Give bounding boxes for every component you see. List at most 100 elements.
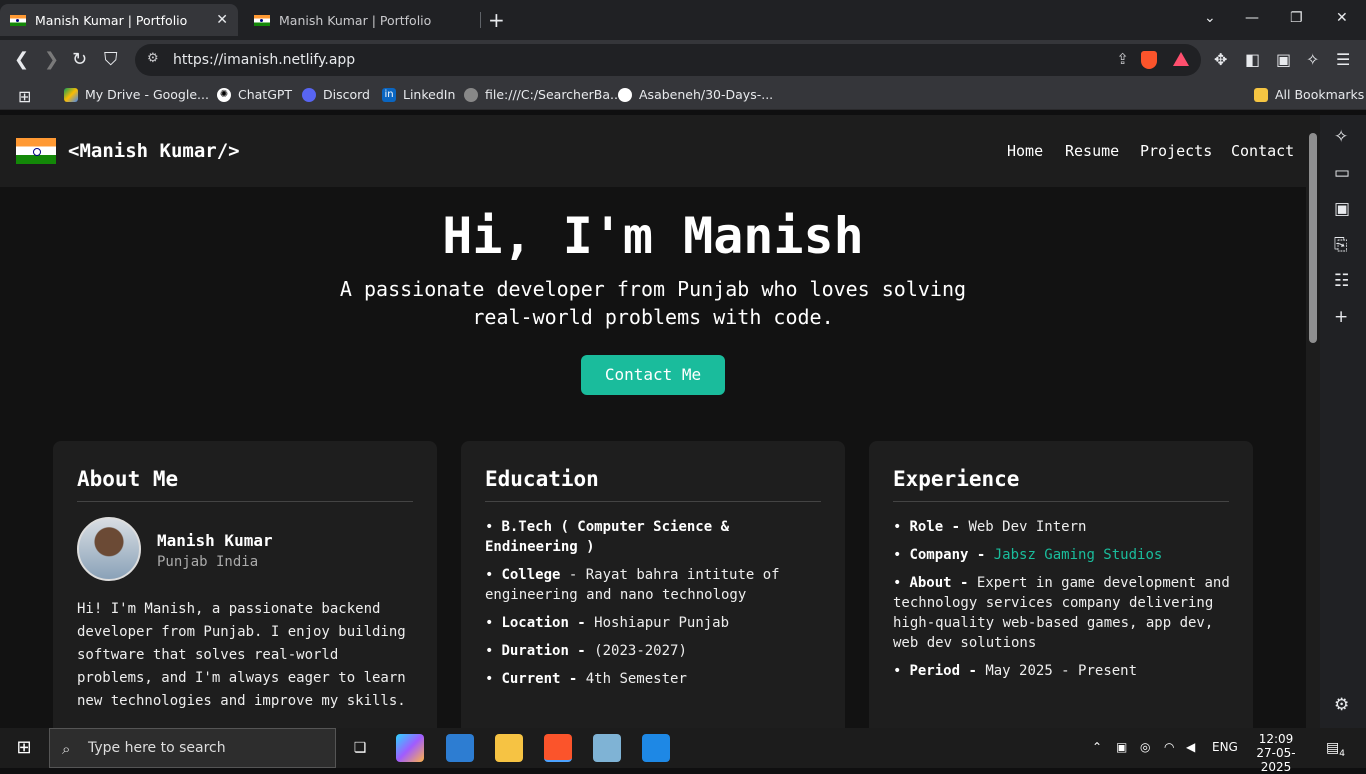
new-tab-button[interactable]: +: [488, 8, 505, 32]
sidebar-toggle-icon[interactable]: ◧: [1245, 50, 1260, 69]
company-link[interactable]: Jabsz Gaming Studios: [994, 547, 1163, 563]
language-indicator[interactable]: ENG: [1212, 740, 1238, 754]
url-text[interactable]: https://imanish.netlify.app: [173, 52, 355, 68]
copilot-icon[interactable]: [396, 734, 424, 762]
taskbar-search[interactable]: ⌕ Type here to search: [49, 728, 336, 768]
site-navbar: <Manish Kumar/> Home Resume Projects Con…: [0, 115, 1306, 187]
menu-icon[interactable]: ☰: [1336, 50, 1350, 69]
wallet-icon[interactable]: ▣: [1276, 50, 1291, 69]
list-item: About - Expert in game development and t…: [893, 573, 1233, 653]
experience-card: Experience Role - Web Dev Intern Company…: [869, 441, 1253, 728]
book-icon[interactable]: ☷: [1334, 271, 1349, 291]
brave-browser-icon[interactable]: [544, 734, 572, 762]
settings-icon[interactable]: ⚙: [1334, 695, 1349, 715]
close-window-button[interactable]: ✕: [1336, 10, 1348, 26]
discord-icon: [302, 87, 316, 102]
brave-shields-icon[interactable]: [1141, 51, 1157, 69]
education-card: Education B.Tech ( Computer Science & En…: [461, 441, 845, 728]
address-bar[interactable]: ⚙ https://imanish.netlify.app ⇪: [135, 44, 1201, 76]
about-bio: Hi! I'm Manish, a passionate backend dev…: [77, 601, 406, 709]
nav-contact[interactable]: Contact: [1231, 142, 1294, 160]
volume-icon[interactable]: ◀: [1186, 740, 1195, 754]
bookmark-github[interactable]: Asabeneh/30-Days-...: [618, 87, 773, 102]
bookmark-file[interactable]: file:///C:/SearcherBa...: [464, 87, 622, 102]
scrollbar-thumb[interactable]: [1309, 133, 1317, 343]
avatar: [77, 517, 141, 581]
vscode-icon[interactable]: [642, 734, 670, 762]
list-item: B.Tech ( Computer Science & Endineering …: [485, 517, 825, 557]
task-view-icon[interactable]: ❏: [346, 734, 374, 762]
about-heading: About Me: [77, 467, 179, 491]
education-heading: Education: [485, 467, 599, 491]
windows-taskbar: ⊞ ⌕ Type here to search ❏ ⌃ ▣ ◎ ◠ ◀ ENG …: [0, 728, 1366, 774]
tab-portfolio[interactable]: Manish Kumar | Portfolio: [244, 4, 476, 36]
tab-portfolio-active[interactable]: Manish Kumar | Portfolio ✕: [0, 4, 238, 36]
folder-icon: [1254, 87, 1268, 102]
profile-location: Punjab India: [157, 554, 259, 570]
divider: [485, 501, 821, 502]
windows-start-icon[interactable]: ⊞: [10, 734, 38, 762]
tray-app-icon[interactable]: ▣: [1116, 740, 1127, 754]
share-icon[interactable]: ⇪: [1116, 50, 1129, 68]
tab-title: Manish Kumar | Portfolio: [279, 12, 432, 28]
tray-chevron-icon[interactable]: ⌃: [1092, 740, 1102, 754]
nav-projects[interactable]: Projects: [1140, 142, 1212, 160]
reload-icon[interactable]: ↻: [72, 49, 87, 70]
wifi-icon[interactable]: ◠: [1164, 740, 1174, 754]
github-icon: [618, 87, 632, 102]
contact-me-button[interactable]: Contact Me: [581, 355, 725, 395]
site-logo[interactable]: <Manish Kumar/>: [68, 140, 240, 162]
brave-rewards-icon[interactable]: [1173, 52, 1189, 66]
wallet-icon[interactable]: ▣: [1334, 199, 1350, 219]
list-item: Period - May 2025 - Present: [893, 661, 1233, 681]
page-scrollbar[interactable]: [1306, 115, 1320, 728]
extensions-icon[interactable]: ✥: [1214, 50, 1227, 69]
side-panel: ✧ ▭ ▣ ⎘ ☷ + ⚙: [1320, 115, 1366, 728]
leo-icon[interactable]: ✧: [1334, 127, 1348, 147]
divider: [77, 501, 413, 502]
experience-list: Role - Web Dev Intern Company - Jabsz Ga…: [893, 517, 1233, 689]
minimize-button[interactable]: —: [1245, 10, 1259, 26]
date: 27-05-2025: [1256, 746, 1296, 774]
app-icon[interactable]: [593, 734, 621, 762]
bookmark-chatgpt[interactable]: ✺ ChatGPT: [217, 87, 292, 102]
close-tab-icon[interactable]: ✕: [216, 12, 228, 28]
list-item: College - Rayat bahra intitute of engine…: [485, 565, 825, 605]
notification-icon[interactable]: ▤4: [1326, 740, 1345, 759]
site-info-icon[interactable]: ⚙: [147, 51, 159, 66]
nav-home[interactable]: Home: [1007, 142, 1043, 160]
tab-title: Manish Kumar | Portfolio: [35, 12, 188, 28]
list-item: Duration - (2023-2027): [485, 641, 825, 661]
hero-subtitle: A passionate developer from Punjab who l…: [339, 277, 967, 329]
list-item: Current - 4th Semester: [485, 669, 825, 689]
time: 12:09: [1258, 732, 1294, 746]
india-flag-icon: [254, 14, 270, 26]
leo-ai-icon[interactable]: ✧: [1306, 50, 1319, 69]
bookmark-icon[interactable]: ⛉: [104, 49, 118, 70]
india-flag-icon: [10, 14, 26, 26]
profile-name: Manish Kumar: [157, 531, 273, 550]
bookmark-google-drive[interactable]: My Drive - Google...: [64, 87, 209, 102]
search-placeholder: Type here to search: [88, 740, 226, 756]
bookmark-discord[interactable]: Discord: [302, 87, 370, 102]
nav-resume[interactable]: Resume: [1065, 142, 1119, 160]
back-icon[interactable]: ❮: [14, 49, 29, 70]
bookmark-linkedin[interactable]: in LinkedIn: [382, 87, 455, 102]
apps-grid-icon[interactable]: ⊞: [18, 87, 31, 106]
reading-list-icon[interactable]: ⎘: [1334, 235, 1348, 255]
list-item: Role - Web Dev Intern: [893, 517, 1233, 537]
file-explorer-icon[interactable]: [495, 734, 523, 762]
education-list: B.Tech ( Computer Science & Endineering …: [485, 517, 825, 697]
add-icon[interactable]: +: [1334, 307, 1348, 327]
tab-strip: Manish Kumar | Portfolio ✕ Manish Kumar …: [0, 0, 1366, 40]
tray-meet-icon[interactable]: ◎: [1140, 740, 1150, 754]
forward-icon[interactable]: ❯: [44, 49, 59, 70]
experience-heading: Experience: [893, 467, 1020, 491]
playlist-icon[interactable]: ▭: [1334, 163, 1350, 183]
tab-divider: [480, 12, 481, 28]
bookmarks-bar: ⊞ My Drive - Google... ✺ ChatGPT Discord …: [0, 80, 1366, 110]
maximize-button[interactable]: ❐: [1290, 10, 1303, 26]
all-bookmarks[interactable]: All Bookmarks: [1254, 87, 1364, 102]
store-icon[interactable]: [446, 734, 474, 762]
tab-search-chevron-icon[interactable]: ⌄: [1204, 10, 1216, 26]
